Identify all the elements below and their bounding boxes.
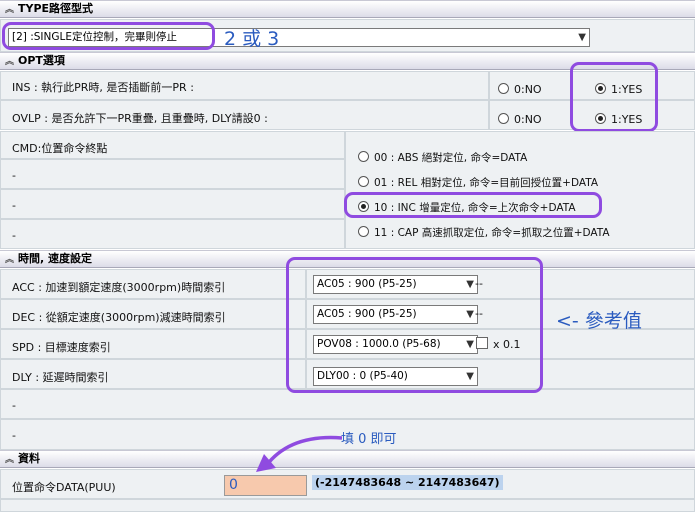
spd-row: SPD : 目標速度索引 (0, 329, 306, 359)
cmd-row: CMD:位置命令終點 (0, 131, 345, 159)
opt-section-title: OPT選項 (18, 54, 65, 67)
cmd-label: CMD:位置命令終點 (12, 142, 108, 155)
cmd-abs-label: 00 : ABS 絕對定位, 命令=DATA (374, 152, 528, 164)
cmd-cap-radio[interactable] (358, 226, 369, 237)
dash-label: - (12, 229, 16, 242)
dash-label: - (12, 399, 16, 412)
annotation-box-type (2, 22, 215, 50)
pos-label: 位置命令DATA(PUU) (12, 481, 116, 494)
ins-row: INS : 執行此PR時, 是否插斷前一PR : (0, 71, 489, 100)
empty-row: - (0, 219, 345, 249)
position-data-value: 0 (229, 477, 238, 493)
speed-section-title: 時間, 速度設定 (18, 252, 93, 265)
annotation-box-opt (570, 62, 658, 132)
spd-label: SPD : 目標速度索引 (12, 341, 111, 354)
type-section-header[interactable]: ︽ TYPE路徑型式 (0, 0, 695, 18)
dash-label: - (12, 169, 16, 182)
cmd-abs-radio[interactable] (358, 151, 369, 162)
annotation-box-inc (344, 192, 602, 218)
cmd-rel-label: 01 : REL 相對定位, 命令=目前回授位置+DATA (374, 177, 599, 189)
data-section-title: 資料 (18, 452, 40, 465)
ins-no-label: 0:NO (514, 83, 542, 96)
empty-row: - (0, 389, 695, 419)
ovlp-label: OVLP : 是否允許下一PR重疊, 且重疊時, DLY請設0 : (12, 112, 268, 125)
empty-row: - (0, 189, 345, 219)
collapse-chevron-icon[interactable]: ︽ (5, 2, 14, 18)
cmd-cap-label: 11 : CAP 高速抓取定位, 命令=抓取之位置+DATA (374, 227, 610, 239)
ins-label: INS : 執行此PR時, 是否插斷前一PR : (12, 81, 194, 94)
ovlp-no-label: 0:NO (514, 113, 542, 126)
arrow-icon (256, 435, 343, 472)
dec-row: DEC : 從額定速度(3000rpm)減速時間索引 (0, 299, 306, 329)
position-data-input[interactable]: 0 (224, 475, 307, 496)
empty-row: - (0, 159, 345, 189)
cmd-options: 00 : ABS 絕對定位, 命令=DATA 01 : REL 相對定位, 命令… (345, 131, 695, 249)
acc-row: ACC : 加速到額定速度(3000rpm)時間索引 (0, 269, 306, 299)
dly-row: DLY : 延遲時間索引 (0, 359, 306, 389)
type-note: 2 或 3 (224, 28, 280, 50)
dly-label: DLY : 延遲時間索引 (12, 371, 109, 384)
empty-row (0, 499, 695, 512)
annotation-box-speed (286, 257, 543, 393)
ins-no-radio[interactable] (498, 83, 509, 94)
dash-label: - (12, 429, 16, 442)
cmd-rel-radio[interactable] (358, 176, 369, 187)
collapse-chevron-icon[interactable]: ︽ (5, 452, 14, 468)
type-section-title: TYPE路徑型式 (18, 2, 94, 15)
collapse-chevron-icon[interactable]: ︽ (5, 252, 14, 268)
dec-label: DEC : 從額定速度(3000rpm)減速時間索引 (12, 311, 226, 324)
ovlp-no-radio[interactable] (498, 113, 509, 124)
collapse-chevron-icon[interactable]: ︽ (5, 54, 14, 70)
ovlp-row: OVLP : 是否允許下一PR重疊, 且重疊時, DLY請設0 : (0, 100, 489, 130)
acc-label: ACC : 加速到額定速度(3000rpm)時間索引 (12, 281, 226, 294)
dash-label: - (12, 199, 16, 212)
reference-note: <- 參考值 (556, 310, 642, 332)
dropdown-arrow-icon[interactable]: ▼ (578, 29, 586, 46)
range-label: (-2147483648 ~ 2147483647) (312, 475, 503, 490)
